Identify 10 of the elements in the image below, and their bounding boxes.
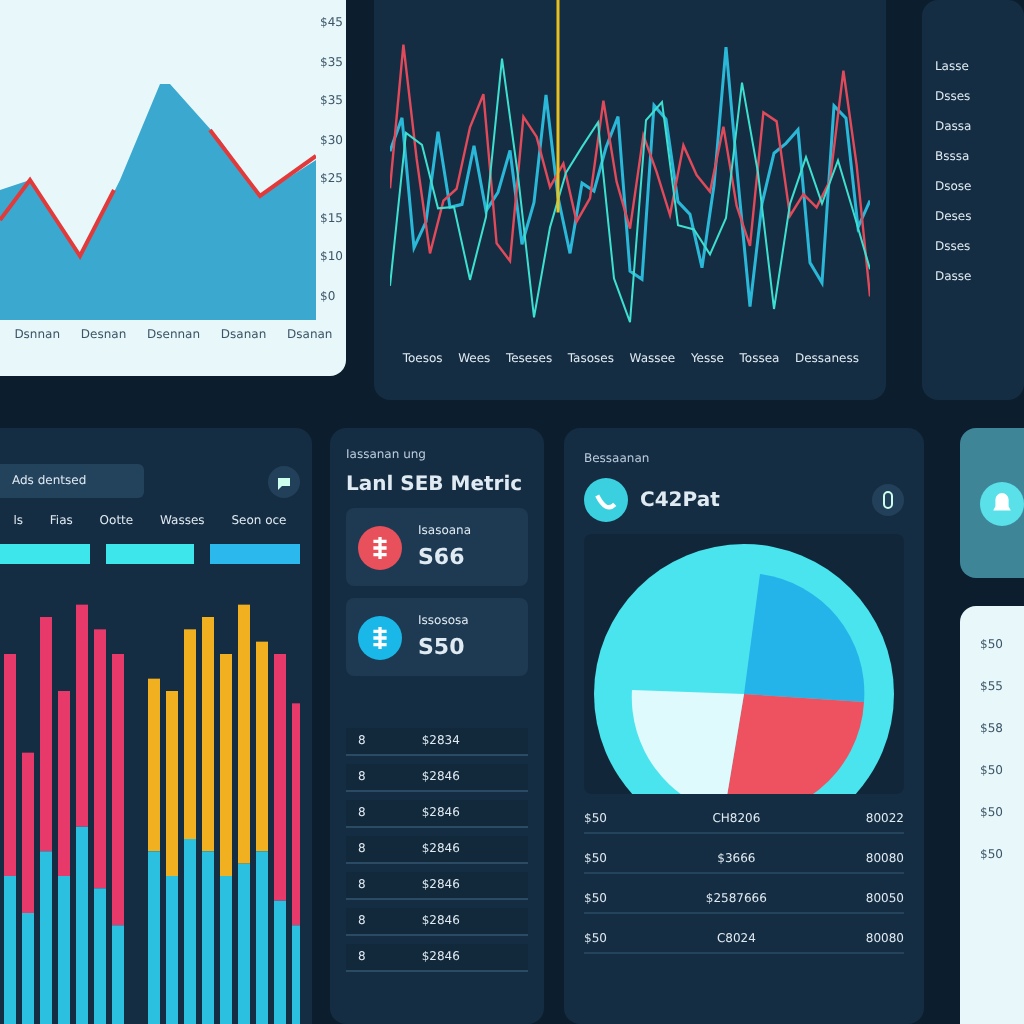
card-title: C42Pat bbox=[640, 489, 722, 511]
phone-icon bbox=[584, 478, 628, 522]
chart-line bbox=[208, 128, 316, 199]
metric-value: S50 bbox=[418, 634, 467, 660]
bell-icon bbox=[980, 481, 1024, 525]
clip-icon[interactable] bbox=[872, 484, 904, 516]
chat-icon[interactable] bbox=[268, 465, 300, 497]
card-title: Lanl SEB Metric bbox=[346, 474, 525, 496]
metric-value: S66 bbox=[418, 544, 467, 570]
chart-line bbox=[0, 176, 116, 260]
